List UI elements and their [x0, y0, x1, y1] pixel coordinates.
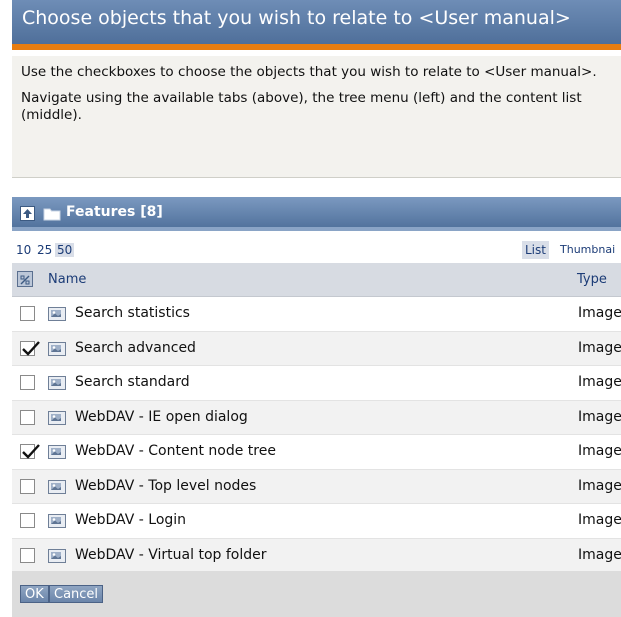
- table-row: WebDAV - Content node tree Image: [12, 435, 621, 470]
- limit-50[interactable]: 50: [55, 243, 75, 257]
- pagination-limits: 10 25 50 List Thumbnai: [12, 241, 621, 261]
- image-icon: [48, 307, 66, 321]
- table-row: WebDAV - Login Image: [12, 504, 621, 539]
- row-name[interactable]: Search advanced: [75, 340, 196, 356]
- table-row: WebDAV - Top level nodes Image: [12, 469, 621, 504]
- row-checkbox[interactable]: [20, 306, 35, 321]
- row-checkbox[interactable]: [20, 547, 35, 563]
- row-type: Image: [578, 512, 621, 528]
- row-type: Image: [578, 546, 621, 563]
- page-title: Choose objects that you wish to relate t…: [22, 7, 571, 29]
- table-row: Search statistics Image: [12, 297, 621, 332]
- limit-10[interactable]: 10: [16, 243, 31, 257]
- row-type: Image: [578, 339, 621, 356]
- row-checkbox[interactable]: [20, 375, 35, 390]
- image-icon: [48, 548, 66, 563]
- ok-button[interactable]: OK: [20, 585, 49, 603]
- content-table: Name Type Search statistics Image Search a…: [12, 263, 621, 573]
- up-arrow-icon[interactable]: [20, 206, 35, 221]
- table-row: WebDAV - IE open dialog Image: [12, 400, 621, 435]
- table-body: Search statistics Image Search advanced Ima…: [12, 297, 621, 573]
- row-name[interactable]: WebDAV - Content node tree: [75, 443, 276, 459]
- image-icon: [48, 445, 66, 459]
- table-row: Search advanced Image: [12, 331, 621, 366]
- row-checkbox[interactable]: [20, 444, 40, 459]
- row-checkbox[interactable]: [20, 478, 35, 494]
- column-name-header[interactable]: Name: [48, 272, 86, 287]
- row-type: Image: [578, 443, 621, 459]
- instruction-text-2: Navigate using the available tabs (above…: [21, 90, 582, 123]
- row-name[interactable]: Search statistics: [75, 305, 190, 321]
- row-checkbox[interactable]: [20, 340, 40, 356]
- row-type: Image: [578, 374, 621, 390]
- table-row: WebDAV - Virtual top folder Image: [12, 538, 621, 573]
- row-name[interactable]: WebDAV - Virtual top folder: [75, 547, 267, 563]
- cancel-button[interactable]: Cancel: [49, 585, 104, 603]
- list-header: Features [8]: [12, 197, 621, 231]
- row-checkbox[interactable]: [20, 409, 35, 425]
- image-icon: [48, 341, 66, 356]
- row-name[interactable]: WebDAV - Top level nodes: [75, 478, 256, 494]
- row-name[interactable]: Search standard: [75, 374, 190, 390]
- table-header: Name Type: [12, 263, 621, 297]
- image-icon: [48, 514, 66, 528]
- row-type: Image: [578, 408, 621, 425]
- column-type-header[interactable]: Type: [577, 272, 607, 287]
- toggle-selection-icon[interactable]: [17, 271, 33, 287]
- instructions-panel: Use the checkboxes to choose the objects…: [12, 56, 621, 178]
- row-name[interactable]: WebDAV - IE open dialog: [75, 409, 248, 425]
- view-list-button[interactable]: List: [522, 241, 549, 259]
- view-thumbnail-button[interactable]: Thumbnai: [560, 243, 615, 256]
- folder-title: Features [8]: [66, 204, 163, 220]
- instruction-text-1: Use the checkboxes to choose the objects…: [21, 64, 597, 80]
- row-type: Image: [578, 477, 621, 494]
- limit-25[interactable]: 25: [37, 243, 52, 257]
- image-icon: [48, 376, 66, 390]
- image-icon: [48, 479, 66, 494]
- image-icon: [48, 410, 66, 425]
- row-checkbox[interactable]: [20, 513, 35, 528]
- row-name[interactable]: WebDAV - Login: [75, 512, 186, 528]
- table-row: Search standard Image: [12, 366, 621, 401]
- row-type: Image: [578, 305, 621, 321]
- window-header: Choose objects that you wish to relate t…: [12, 0, 621, 50]
- header-divider: [12, 227, 621, 231]
- folder-icon: [43, 208, 61, 221]
- action-bar: OK Cancel: [12, 571, 621, 617]
